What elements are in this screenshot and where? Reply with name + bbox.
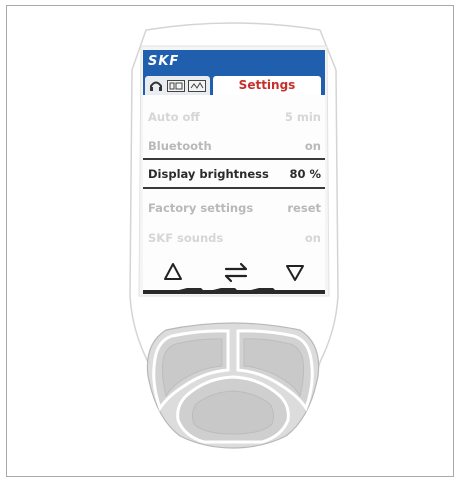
down-arrow-icon[interactable] — [285, 261, 305, 283]
setting-value: reset — [287, 201, 321, 215]
setting-label: SKF sounds — [148, 231, 224, 245]
setting-value: on — [304, 139, 321, 153]
swap-arrows-icon[interactable] — [223, 261, 249, 283]
setting-row-display-brightness[interactable]: Display brightness 80 % — [143, 163, 325, 185]
setting-row-factory-settings[interactable]: Factory settings reset — [143, 197, 325, 219]
setting-label: Auto off — [148, 110, 200, 124]
setting-row-auto-off[interactable]: Auto off 5 min — [143, 106, 325, 128]
tab-settings[interactable]: Settings — [213, 76, 321, 95]
tab-row: Settings — [143, 76, 325, 95]
softkey-indicator-bar — [143, 288, 325, 294]
setting-label: Display brightness — [148, 167, 269, 181]
setting-value: 80 % — [289, 167, 321, 181]
setting-label: Bluetooth — [148, 139, 212, 153]
setting-row-bluetooth[interactable]: Bluetooth on — [143, 135, 325, 157]
tab-icon-1[interactable] — [167, 80, 185, 92]
setting-row-skf-sounds[interactable]: SKF sounds on — [143, 227, 325, 249]
selection-top-border — [143, 158, 325, 160]
tab-settings-label: Settings — [238, 78, 296, 92]
setting-label: Factory settings — [148, 201, 254, 215]
up-arrow-icon[interactable] — [163, 261, 183, 283]
skf-logo: SKF — [148, 54, 180, 69]
display-screen: SKF Settings Auto off 5 min Bluetooth on… — [143, 50, 325, 294]
selection-bottom-border — [143, 187, 325, 189]
setting-value: on — [304, 231, 321, 245]
tab-icon-2[interactable] — [188, 80, 206, 92]
tab-icon-group — [145, 76, 210, 95]
headphones-icon[interactable] — [149, 80, 163, 92]
brand-bar: SKF — [143, 50, 325, 76]
setting-value: 5 min — [284, 110, 321, 124]
